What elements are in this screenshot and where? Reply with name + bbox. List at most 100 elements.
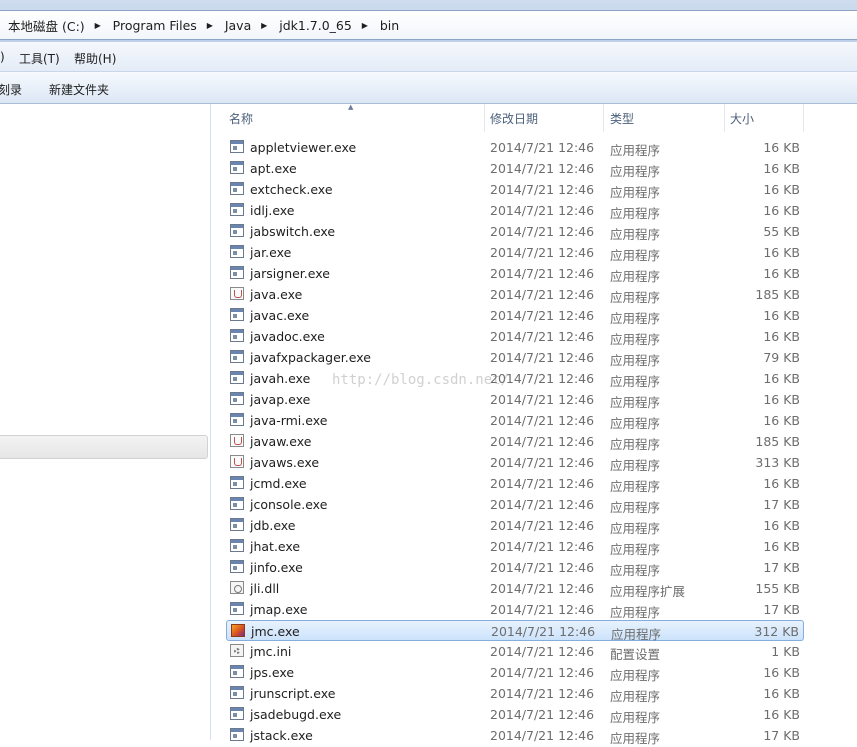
file-size: 16 KB [763, 413, 800, 428]
file-type: 应用程序 [610, 164, 661, 179]
breadcrumb-chevron-icon[interactable]: ▶ [257, 21, 271, 30]
breadcrumb-jdk[interactable]: jdk1.7.0_65 [271, 18, 358, 33]
column-divider[interactable] [603, 104, 604, 132]
sort-ascending-icon: ▲ [348, 103, 354, 111]
file-row[interactable]: jar.exe 2014/7/21 12:46 应用程序 16 KB [226, 242, 804, 263]
file-type: 应用程序 [610, 710, 661, 725]
exe-file-icon [230, 266, 244, 279]
file-size: 16 KB [763, 266, 800, 281]
file-row[interactable]: jinfo.exe 2014/7/21 12:46 应用程序 17 KB [226, 557, 804, 578]
jmc-file-icon [231, 624, 245, 637]
file-type: 应用程序 [610, 500, 661, 515]
file-date: 2014/7/21 12:46 [490, 140, 595, 155]
file-size: 16 KB [763, 245, 800, 260]
file-row[interactable]: java.exe 2014/7/21 12:46 应用程序 185 KB [226, 284, 804, 305]
address-bar[interactable]: 本地磁盘 (C:) ▶ Program Files ▶ Java ▶ jdk1.… [0, 10, 857, 40]
exe-file-icon [230, 329, 244, 342]
file-row[interactable]: java-rmi.exe 2014/7/21 12:46 应用程序 16 KB [226, 410, 804, 431]
exe-file-icon [230, 245, 244, 258]
file-type: 应用程序 [610, 185, 661, 200]
new-folder-button[interactable]: 新建文件夹 [49, 81, 109, 98]
breadcrumb-chevron-icon[interactable]: ▶ [203, 21, 217, 30]
exe-file-icon [230, 371, 244, 384]
file-name: javafxpackager.exe [250, 350, 371, 365]
menu-item-tools[interactable]: 工具(T) [19, 50, 60, 67]
file-type: 应用程序 [610, 563, 661, 578]
address-bar-region: 本地磁盘 (C:) ▶ Program Files ▶ Java ▶ jdk1.… [0, 0, 857, 42]
file-size: 313 KB [755, 455, 800, 470]
file-row[interactable]: jdb.exe 2014/7/21 12:46 应用程序 16 KB [226, 515, 804, 536]
file-type: 应用程序 [610, 332, 661, 347]
file-row[interactable]: idlj.exe 2014/7/21 12:46 应用程序 16 KB [226, 200, 804, 221]
file-list[interactable]: ▲ 名称 修改日期 类型 大小 appletviewer.exe 2014/7/2… [222, 103, 857, 746]
column-header-name[interactable]: 名称 [229, 110, 253, 127]
column-header-type[interactable]: 类型 [610, 110, 634, 127]
file-row[interactable]: jstack.exe 2014/7/21 12:46 应用程序 17 KB [226, 725, 804, 746]
file-name: jstack.exe [250, 728, 313, 743]
breadcrumb-bin[interactable]: bin [372, 18, 405, 33]
file-row[interactable]: appletviewer.exe 2014/7/21 12:46 应用程序 16 KB [226, 137, 804, 158]
file-size: 16 KB [763, 518, 800, 533]
file-name: javadoc.exe [250, 329, 325, 344]
column-header-date[interactable]: 修改日期 [490, 110, 538, 127]
java-file-icon [230, 434, 244, 447]
file-row[interactable]: jhat.exe 2014/7/21 12:46 应用程序 16 KB [226, 536, 804, 557]
file-row[interactable]: jmc.ini 2014/7/21 12:46 配置设置 1 KB [226, 641, 804, 662]
file-type: 应用程序 [610, 542, 661, 557]
breadcrumb-program-files[interactable]: Program Files [105, 18, 203, 33]
file-date: 2014/7/21 12:46 [490, 308, 595, 323]
file-name: jar.exe [250, 245, 292, 260]
file-row[interactable]: jcmd.exe 2014/7/21 12:46 应用程序 16 KB [226, 473, 804, 494]
column-divider[interactable] [803, 104, 804, 132]
menu-item-help[interactable]: 帮助(H) [74, 50, 116, 67]
exe-file-icon [230, 707, 244, 720]
file-size: 55 KB [763, 224, 800, 239]
file-row[interactable]: jsadebugd.exe 2014/7/21 12:46 应用程序 16 KB [226, 704, 804, 725]
file-date: 2014/7/21 12:46 [490, 497, 595, 512]
exe-file-icon [230, 518, 244, 531]
file-size: 17 KB [763, 602, 800, 617]
file-date: 2014/7/21 12:46 [490, 476, 595, 491]
file-date: 2014/7/21 12:46 [490, 728, 595, 743]
exe-file-icon [230, 560, 244, 573]
breadcrumb-drive[interactable]: 本地磁盘 (C:) [0, 16, 91, 35]
file-row[interactable]: extcheck.exe 2014/7/21 12:46 应用程序 16 KB [226, 179, 804, 200]
file-size: 16 KB [763, 308, 800, 323]
column-divider[interactable] [484, 104, 485, 132]
navigation-pane[interactable] [0, 104, 211, 740]
file-row[interactable]: javah.exe 2014/7/21 12:46 应用程序 16 KB [226, 368, 804, 389]
menu-item-partial[interactable]: ) [0, 50, 5, 64]
breadcrumb-chevron-icon[interactable]: ▶ [358, 21, 372, 30]
file-type: 应用程序 [610, 206, 661, 221]
exe-file-icon [230, 350, 244, 363]
file-size: 16 KB [763, 665, 800, 680]
file-row[interactable]: apt.exe 2014/7/21 12:46 应用程序 16 KB [226, 158, 804, 179]
burn-button[interactable]: 刻录 [0, 81, 22, 98]
file-row[interactable]: jrunscript.exe 2014/7/21 12:46 应用程序 16 KB [226, 683, 804, 704]
file-row[interactable]: javap.exe 2014/7/21 12:46 应用程序 16 KB [226, 389, 804, 410]
breadcrumb-java[interactable]: Java [217, 18, 257, 33]
file-row[interactable]: jli.dll 2014/7/21 12:46 应用程序扩展 155 KB [226, 578, 804, 599]
column-divider[interactable] [724, 104, 725, 132]
file-type: 应用程序 [610, 416, 661, 431]
file-type: 应用程序 [610, 458, 661, 473]
file-name: jarsigner.exe [250, 266, 330, 281]
exe-file-icon [230, 413, 244, 426]
file-type: 应用程序 [610, 395, 661, 410]
column-header-size[interactable]: 大小 [730, 110, 754, 127]
file-row[interactable]: jmap.exe 2014/7/21 12:46 应用程序 17 KB [226, 599, 804, 620]
exe-file-icon [230, 182, 244, 195]
file-row[interactable]: jconsole.exe 2014/7/21 12:46 应用程序 17 KB [226, 494, 804, 515]
file-row[interactable]: jabswitch.exe 2014/7/21 12:46 应用程序 55 KB [226, 221, 804, 242]
file-type: 应用程序 [610, 605, 661, 620]
file-row[interactable]: javadoc.exe 2014/7/21 12:46 应用程序 16 KB [226, 326, 804, 347]
nav-selected-item[interactable] [0, 435, 208, 459]
file-row[interactable]: javac.exe 2014/7/21 12:46 应用程序 16 KB [226, 305, 804, 326]
breadcrumb-chevron-icon[interactable]: ▶ [91, 21, 105, 30]
file-row[interactable]: jarsigner.exe 2014/7/21 12:46 应用程序 16 KB [226, 263, 804, 284]
file-row[interactable]: javaws.exe 2014/7/21 12:46 应用程序 313 KB [226, 452, 804, 473]
file-row[interactable]: jmc.exe 2014/7/21 12:46 应用程序 312 KB [226, 620, 804, 642]
file-row[interactable]: javafxpackager.exe 2014/7/21 12:46 应用程序 79 … [226, 347, 804, 368]
file-row[interactable]: javaw.exe 2014/7/21 12:46 应用程序 185 KB [226, 431, 804, 452]
file-row[interactable]: jps.exe 2014/7/21 12:46 应用程序 16 KB [226, 662, 804, 683]
